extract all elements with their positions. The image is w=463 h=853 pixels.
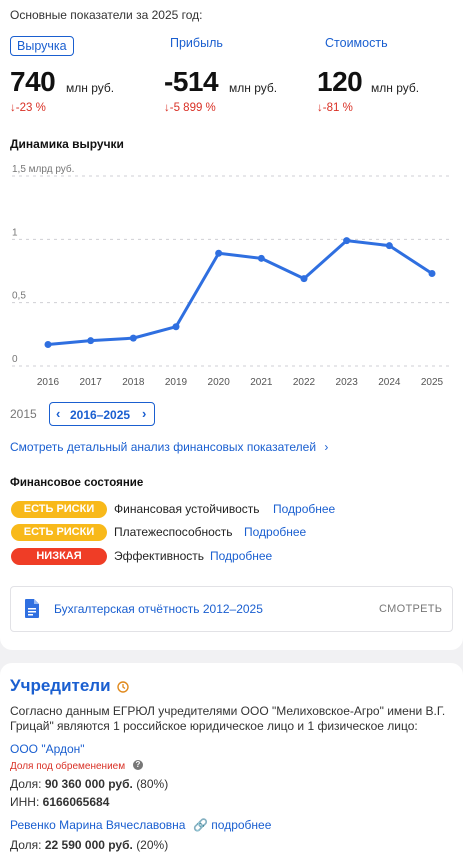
profit-unit: млн руб. <box>229 81 278 95</box>
revenue-value: 740 <box>10 66 56 97</box>
value-value: 120 <box>317 66 363 97</box>
efficiency-details-link[interactable]: Подробнее <box>210 549 272 563</box>
data-point[interactable] <box>129 334 137 342</box>
data-point[interactable] <box>343 237 351 245</box>
year-left-label[interactable]: 2015 <box>10 407 37 421</box>
share-label: Доля: <box>10 838 42 852</box>
revenue-delta: ↓-23 % <box>10 102 46 114</box>
reports-view-button[interactable]: СМОТРЕТЬ <box>379 603 442 615</box>
y-tick-label: 0,5 <box>12 291 26 302</box>
chevron-right-icon[interactable]: › <box>142 406 146 421</box>
link-icon: 🔗 <box>193 818 208 832</box>
data-point[interactable] <box>257 254 265 262</box>
revenue-line-chart: 1,5 млрд руб. 1 0,5 0 2016 2017 2018 2019 2020 20… <box>12 163 450 388</box>
revenue-unit: млн руб. <box>66 81 115 95</box>
founder-ardon-link[interactable]: ООО "Ардон" <box>10 742 85 756</box>
help-icon[interactable]: ? <box>133 760 143 770</box>
founder-revenko-share: Доля: 22 590 000 руб. (20%) <box>10 838 168 852</box>
x-tick-label: 2023 <box>336 377 359 388</box>
share-percent: (80%) <box>136 777 169 791</box>
x-tick-label: 2016 <box>37 377 60 388</box>
tab-value[interactable]: Стоимость <box>325 36 388 50</box>
details-label: подробнее <box>211 818 272 832</box>
indicator-efficiency: Эффективность <box>114 549 205 563</box>
founder-revenko-link[interactable]: Ревенко Марина Вячеславовна <box>10 818 185 832</box>
detail-analysis-label: Смотреть детальный анализ финансовых пок… <box>10 440 317 454</box>
x-tick-label: 2025 <box>421 377 444 388</box>
value-unit: млн руб. <box>371 81 420 95</box>
inn-value: 6166065684 <box>42 795 110 809</box>
status-badge: НИЗКАЯ <box>11 548 107 565</box>
share-percent: (20%) <box>136 838 169 852</box>
profit-value: -514 <box>164 66 219 97</box>
share-amount: 90 360 000 руб. <box>44 777 133 791</box>
solvency-details-link[interactable]: Подробнее <box>244 525 306 539</box>
share-label: Доля: <box>10 777 42 791</box>
y-tick-label: 1,5 млрд руб. <box>12 163 74 175</box>
data-point[interactable] <box>428 270 436 278</box>
x-tick-label: 2024 <box>378 377 401 388</box>
x-tick-label: 2022 <box>293 377 316 388</box>
year-range-label: 2016–2025 <box>70 408 131 422</box>
clock-icon[interactable] <box>117 681 129 693</box>
inn-label: ИНН: <box>10 795 40 809</box>
reports-card[interactable]: Бухгалтерская отчётность 2012–2025 СМОТР… <box>10 586 453 632</box>
data-point[interactable] <box>44 340 52 348</box>
status-badge: ЕСТЬ РИСКИ <box>11 524 107 541</box>
indicator-stability: Финансовая устойчивость <box>114 502 260 516</box>
x-tick-label: 2018 <box>122 377 145 388</box>
founders-title: Учредители <box>10 676 111 695</box>
share-amount: 22 590 000 руб. <box>44 838 133 852</box>
profit-delta: ↓-5 899 % <box>164 102 216 114</box>
chart-title: Динамика выручки <box>10 137 124 151</box>
year-range-selector[interactable]: ‹ 2016–2025 › <box>49 402 155 426</box>
data-point[interactable] <box>215 249 223 257</box>
founder-revenko-details[interactable]: 🔗 подробнее <box>193 818 271 832</box>
data-point[interactable] <box>87 337 95 345</box>
x-tick-label: 2020 <box>208 377 231 388</box>
status-badge: ЕСТЬ РИСКИ <box>11 501 107 518</box>
document-icon <box>25 599 39 618</box>
tab-revenue[interactable]: Выручка <box>10 36 74 56</box>
y-tick-label: 1 <box>12 227 18 238</box>
financial-state-title: Финансовое состояние <box>10 477 144 489</box>
data-point[interactable] <box>300 275 308 283</box>
founders-text-line1: Согласно данным ЕГРЮЛ учредителями ООО "… <box>10 704 446 718</box>
founder-ardon-inn: ИНН: 6166065684 <box>10 795 109 809</box>
founder-ardon-share: Доля: 90 360 000 руб. (80%) <box>10 777 168 791</box>
finance-card: Основные показатели за 2025 год: Выручка… <box>0 0 463 650</box>
indicator-solvency: Платежеспособность <box>114 525 233 539</box>
x-tick-label: 2021 <box>250 377 273 388</box>
x-tick-label: 2017 <box>80 377 103 388</box>
x-tick-label: 2019 <box>165 377 188 388</box>
chevron-left-icon[interactable]: ‹ <box>56 406 60 421</box>
data-point[interactable] <box>385 242 393 250</box>
value-delta: ↓-81 % <box>317 102 353 114</box>
summary-intro: Основные показатели за 2025 год: <box>10 8 203 22</box>
tab-profit[interactable]: Прибыль <box>170 36 223 50</box>
detail-analysis-link[interactable]: Смотреть детальный анализ финансовых пок… <box>10 440 328 454</box>
chevron-right-icon: › <box>324 440 329 454</box>
y-tick-label: 0 <box>12 354 18 365</box>
stability-details-link[interactable]: Подробнее <box>273 502 335 516</box>
founders-text-line2: Грицай" являются 1 российское юридическо… <box>10 719 418 733</box>
reports-label[interactable]: Бухгалтерская отчётность 2012–2025 <box>54 602 263 616</box>
revenue-series-line <box>47 239 433 346</box>
encumbrance-note: Доля под обременением <box>10 761 126 772</box>
data-point[interactable] <box>172 323 180 331</box>
